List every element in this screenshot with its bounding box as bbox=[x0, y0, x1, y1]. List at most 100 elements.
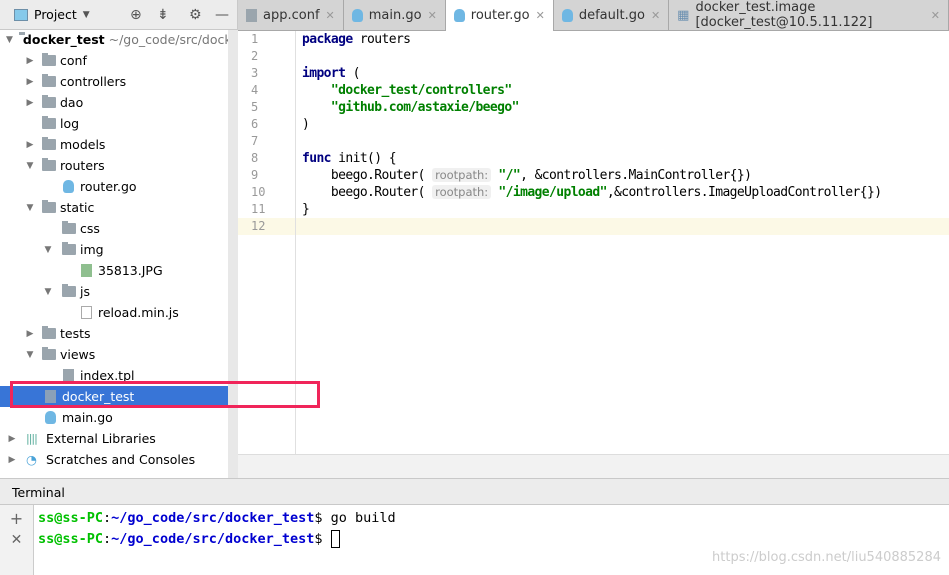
watermark: https://blog.csdn.net/liu540885284 bbox=[712, 550, 941, 565]
text-file-icon bbox=[246, 8, 257, 22]
chevron-down-icon[interactable]: ▼ bbox=[83, 10, 90, 20]
project-view-selector[interactable]: Project bbox=[34, 7, 77, 22]
tree-item-image-file[interactable]: 35813.JPG bbox=[0, 260, 228, 281]
tab-label: main.go bbox=[368, 7, 422, 23]
keyword: import bbox=[302, 66, 346, 81]
expand-arrow-icon[interactable]: ▼ bbox=[24, 203, 36, 213]
tree-label: reload.min.js bbox=[98, 305, 179, 320]
tree-item-conf[interactable]: ▶ conf bbox=[0, 50, 228, 71]
collapse-all-icon[interactable]: ⇟ bbox=[157, 7, 169, 23]
expand-arrow-icon[interactable]: ▼ bbox=[24, 350, 36, 360]
image-file-icon bbox=[81, 264, 92, 277]
tab-docker-test-image[interactable]: ▦ docker_test.image [docker_test@10.5.11.… bbox=[669, 0, 949, 30]
expand-arrow-icon[interactable]: ▶ bbox=[24, 98, 36, 108]
close-icon[interactable]: ✕ bbox=[428, 9, 437, 22]
tab-label: app.conf bbox=[263, 7, 320, 23]
tree-label: css bbox=[80, 221, 100, 236]
tree-label: static bbox=[60, 200, 95, 215]
code-line: import ( bbox=[296, 65, 949, 82]
expand-arrow-icon[interactable]: ▶ bbox=[24, 77, 36, 87]
tree-item-dao[interactable]: ▶ dao bbox=[0, 92, 228, 113]
terminal-header: Terminal bbox=[0, 478, 949, 505]
new-session-button[interactable]: + bbox=[0, 509, 33, 528]
expand-arrow-icon[interactable]: ▶ bbox=[6, 434, 18, 444]
code-editor[interactable]: package routers import ( "docker_test/co… bbox=[296, 31, 949, 454]
code-text: beego.Router( bbox=[330, 168, 426, 183]
tab-default-go[interactable]: default.go ✕ bbox=[554, 0, 670, 30]
tree-item-main-go[interactable]: main.go bbox=[0, 407, 228, 428]
tree-item-external-libraries[interactable]: ▶ |||| External Libraries bbox=[0, 428, 228, 449]
tree-item-scratches[interactable]: ▶ ◔ Scratches and Consoles bbox=[0, 449, 228, 470]
code-line: "docker_test/controllers" bbox=[296, 82, 949, 99]
tree-item-models[interactable]: ▶ models bbox=[0, 134, 228, 155]
expand-arrow-icon[interactable]: ▼ bbox=[42, 245, 54, 255]
expand-arrow-icon[interactable]: ▼ bbox=[42, 287, 54, 297]
code-line: } bbox=[296, 201, 949, 218]
tree-item-js[interactable]: ▼ js bbox=[0, 281, 228, 302]
code-text: routers bbox=[352, 32, 411, 47]
parameter-hint: rootpath: bbox=[432, 168, 492, 182]
folder-icon bbox=[42, 347, 56, 360]
expand-arrow-icon[interactable]: ▶ bbox=[24, 329, 36, 339]
prompt-symbol: $ bbox=[314, 510, 331, 526]
tree-item-routers[interactable]: ▼ routers bbox=[0, 155, 228, 176]
tree-root[interactable]: ▼ docker_test ~/go_code/src/docker bbox=[0, 29, 244, 50]
line-number: 7 bbox=[251, 134, 259, 148]
tab-router-go[interactable]: router.go ✕ bbox=[445, 0, 554, 31]
line-number: 9 bbox=[251, 168, 259, 182]
tree-label: main.go bbox=[62, 410, 113, 425]
tree-label: log bbox=[60, 116, 80, 131]
code-text: beego.Router( bbox=[330, 185, 426, 200]
close-icon[interactable]: ✕ bbox=[931, 9, 940, 22]
tree-item-log[interactable]: log bbox=[0, 113, 228, 134]
folder-icon bbox=[42, 116, 56, 129]
locate-icon[interactable]: ⊕ bbox=[130, 7, 142, 23]
minimize-icon[interactable]: — bbox=[215, 7, 229, 23]
terminal-cursor bbox=[330, 530, 340, 548]
library-icon: |||| bbox=[26, 432, 38, 445]
code-text: } bbox=[302, 202, 310, 217]
close-icon[interactable]: ✕ bbox=[651, 9, 660, 22]
tab-main-go[interactable]: main.go ✕ bbox=[344, 0, 446, 30]
line-number: 1 bbox=[251, 32, 259, 46]
close-icon[interactable]: ✕ bbox=[326, 9, 335, 22]
code-line: beego.Router( rootpath: "/image/upload",… bbox=[296, 184, 949, 201]
tree-item-img[interactable]: ▼ img bbox=[0, 239, 228, 260]
prompt-path: ~/go_code/src/docker_test bbox=[111, 510, 315, 526]
tree-item-static[interactable]: ▼ static bbox=[0, 197, 228, 218]
line-number: 5 bbox=[251, 100, 259, 114]
tab-label: default.go bbox=[578, 7, 645, 23]
tab-app-conf[interactable]: app.conf ✕ bbox=[238, 0, 344, 30]
tree-item-views[interactable]: ▼ views bbox=[0, 344, 228, 365]
tree-item-tests[interactable]: ▶ tests bbox=[0, 323, 228, 344]
string-literal: "github.com/astaxie/beego" bbox=[330, 100, 520, 115]
string-literal: "docker_test/controllers" bbox=[330, 83, 512, 98]
tree-item-reload-js[interactable]: reload.min.js bbox=[0, 302, 228, 323]
tree-item-css[interactable]: css bbox=[0, 218, 228, 239]
gear-icon[interactable]: ⚙ bbox=[189, 7, 202, 23]
tree-item-controllers[interactable]: ▶ controllers bbox=[0, 71, 228, 92]
terminal-title[interactable]: Terminal bbox=[12, 485, 65, 500]
expand-arrow-icon[interactable]: ▶ bbox=[24, 140, 36, 150]
tree-item-router-go[interactable]: router.go bbox=[0, 176, 228, 197]
tree-scrollbar[interactable] bbox=[228, 30, 238, 478]
tree-label: img bbox=[80, 242, 104, 257]
binary-file-icon bbox=[81, 306, 92, 319]
folder-icon bbox=[62, 284, 76, 297]
prompt-sep: : bbox=[103, 510, 112, 526]
parameter-hint: rootpath: bbox=[432, 185, 492, 199]
tab-label: router.go bbox=[470, 8, 530, 23]
expand-arrow-icon[interactable]: ▼ bbox=[24, 161, 36, 171]
tree-label: dao bbox=[60, 95, 84, 110]
highlight-annotation-box bbox=[10, 381, 320, 408]
folder-icon bbox=[42, 137, 56, 150]
root-path: ~/go_code/src/docker bbox=[108, 32, 245, 47]
expand-arrow-icon[interactable]: ▶ bbox=[24, 56, 36, 66]
expand-arrow-icon[interactable]: ▼ bbox=[6, 35, 13, 45]
expand-arrow-icon[interactable]: ▶ bbox=[6, 455, 18, 465]
folder-icon bbox=[62, 242, 76, 255]
tree-label: router.go bbox=[80, 179, 137, 194]
close-icon[interactable]: ✕ bbox=[536, 9, 545, 22]
close-session-button[interactable]: ✕ bbox=[0, 532, 33, 548]
